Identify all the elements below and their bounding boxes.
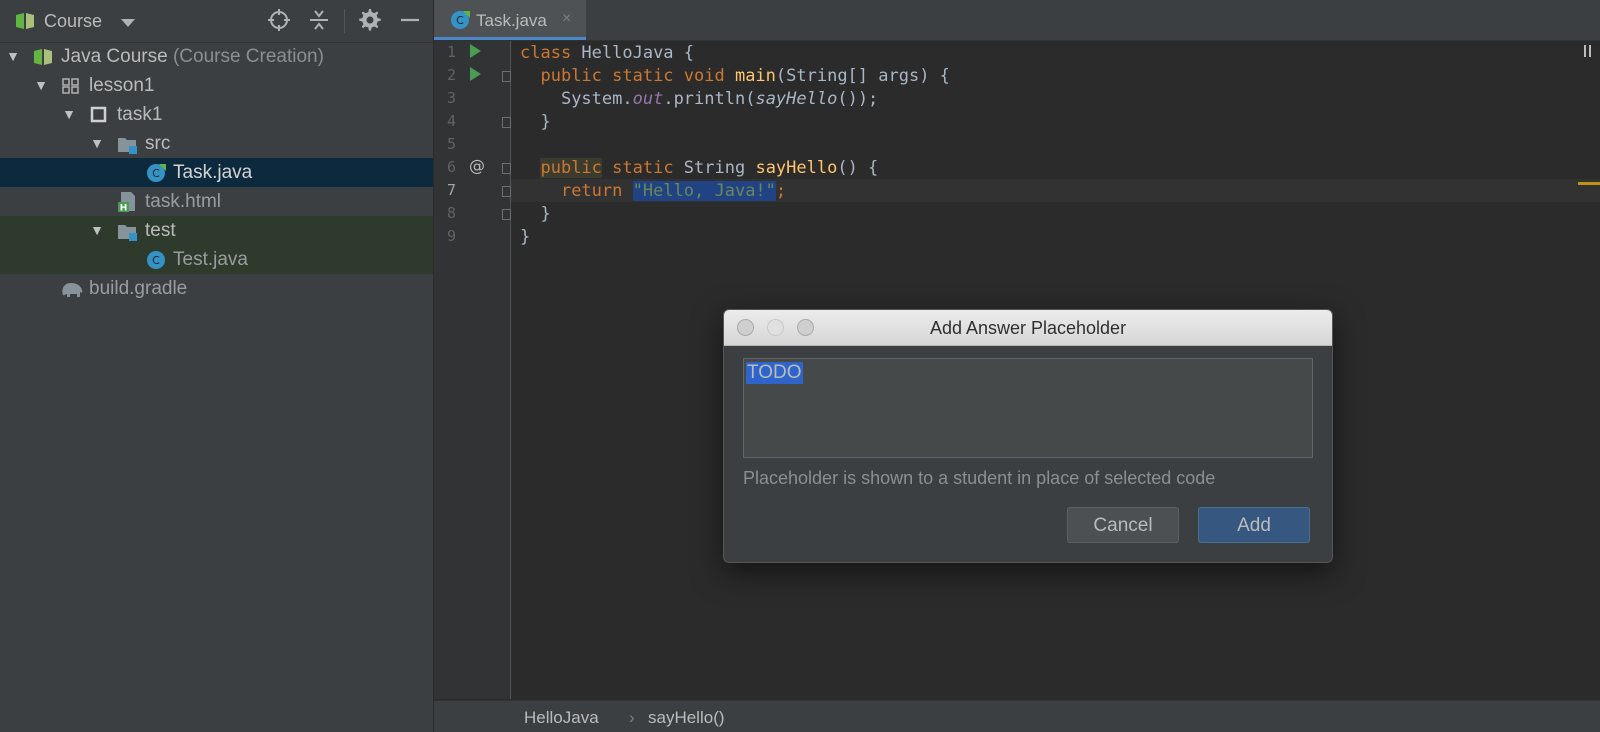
test-folder-icon xyxy=(117,222,137,241)
stripe-marker[interactable] xyxy=(1578,182,1600,185)
project-panel-header: Course xyxy=(0,0,433,43)
java-class-icon: C xyxy=(449,9,471,36)
project-panel: Course ▼ Java Course (Course Creation) ▼… xyxy=(0,0,434,732)
course-book-icon xyxy=(33,48,53,66)
line-number: 4 xyxy=(446,112,456,130)
override-marker-icon[interactable]: @ xyxy=(469,156,485,175)
chevron-down-icon[interactable] xyxy=(121,15,135,33)
add-button[interactable]: Add xyxy=(1198,507,1310,543)
tree-item-label: src xyxy=(145,133,171,154)
breadcrumb-item-class[interactable]: HelloJava xyxy=(524,708,599,728)
breadcrumb-separator: › xyxy=(629,708,635,727)
code-line: System.out.println(sayHello()); xyxy=(560,89,879,109)
dialog-hint-text: Placeholder is shown to a student in pla… xyxy=(743,468,1216,488)
svg-text:C: C xyxy=(152,167,160,180)
expand-arrow-icon[interactable]: ▼ xyxy=(89,134,105,151)
code-line: class HelloJava { xyxy=(520,43,695,63)
fold-marker-icon[interactable] xyxy=(502,71,511,82)
line-number: 5 xyxy=(446,135,456,153)
fold-marker-icon[interactable] xyxy=(502,186,511,197)
expand-arrow-icon[interactable]: ▼ xyxy=(5,47,21,64)
run-gutter-icon[interactable] xyxy=(470,44,481,58)
code-line: public static String sayHello() { xyxy=(540,158,879,178)
java-class-icon: C xyxy=(145,249,165,269)
dialog-titlebar: Add Answer Placeholder xyxy=(724,310,1332,346)
tab-task-java[interactable]: C Task.java × xyxy=(434,0,586,40)
cancel-button[interactable]: Cancel xyxy=(1067,507,1179,543)
project-view-selector[interactable]: Course xyxy=(44,11,102,32)
line-number: 9 xyxy=(446,227,456,245)
code-line: } xyxy=(540,112,551,132)
svg-text:H: H xyxy=(120,204,128,214)
fold-marker-icon[interactable] xyxy=(502,209,511,220)
tree-item-src[interactable]: ▼ src xyxy=(0,129,433,158)
course-book-icon xyxy=(15,11,35,31)
java-class-icon: C xyxy=(145,162,166,182)
tree-item-java-course[interactable]: ▼ Java Course (Course Creation) xyxy=(0,42,433,71)
tree-item-label: task1 xyxy=(117,104,163,125)
close-icon[interactable]: × xyxy=(562,10,571,28)
tree-item-build-gradle[interactable]: build.gradle xyxy=(0,274,433,303)
task-square-icon xyxy=(89,106,109,124)
line-number: 7 xyxy=(446,181,456,199)
ide-window: Course ▼ Java Course (Course Creation) ▼… xyxy=(0,0,1600,732)
line-number: 8 xyxy=(446,204,456,222)
fold-marker-icon[interactable] xyxy=(502,163,511,174)
breadcrumb-item-method[interactable]: sayHello() xyxy=(648,708,725,728)
tree-item-label: build.gradle xyxy=(89,278,188,299)
placeholder-text-area[interactable]: TODO xyxy=(743,358,1313,458)
editor-tab-bar: C Task.java × xyxy=(434,0,1600,41)
code-line: } xyxy=(520,227,531,247)
line-number: 1 xyxy=(446,43,456,61)
expand-arrow-icon[interactable]: ▼ xyxy=(33,76,49,93)
locate-crosshair-icon[interactable] xyxy=(266,8,292,34)
source-folder-icon xyxy=(117,135,137,154)
breadcrumb: HelloJava › sayHello() xyxy=(434,700,1600,732)
tree-item-label: Task.java xyxy=(173,162,253,183)
svg-text:C: C xyxy=(152,254,160,267)
divider xyxy=(344,9,345,33)
gear-icon[interactable] xyxy=(357,8,383,34)
tab-label: Task.java xyxy=(476,11,547,30)
tree-item-label: task.html xyxy=(145,191,222,212)
error-stripe xyxy=(1578,41,1600,699)
line-number: 6 xyxy=(446,158,456,176)
add-answer-placeholder-dialog: Add Answer Placeholder TODO Placeholder … xyxy=(723,309,1333,563)
line-number: 2 xyxy=(446,66,456,84)
html-file-icon: H xyxy=(117,191,137,214)
tree-item-task-java[interactable]: C Task.java xyxy=(0,158,433,187)
tree-item-label: Test.java xyxy=(173,249,248,270)
selected-code: "Hello, Java!" xyxy=(632,181,776,201)
fold-marker-icon[interactable] xyxy=(502,117,511,128)
code-line: public static void main(String[] args) { xyxy=(540,66,950,86)
tree-item-label: test xyxy=(145,220,176,241)
pause-icon xyxy=(1584,44,1592,57)
gradle-elephant-icon xyxy=(60,279,83,297)
run-gutter-icon[interactable] xyxy=(470,67,481,81)
tree-item-label: Java Course (Course Creation) xyxy=(61,46,324,67)
lesson-grid-icon xyxy=(61,77,81,95)
svg-text:C: C xyxy=(456,14,464,27)
code-line: } xyxy=(540,204,551,224)
code-line-current: return "Hello, Java!"; xyxy=(511,179,1600,202)
minimize-icon[interactable] xyxy=(397,8,423,34)
dialog-title: Add Answer Placeholder xyxy=(929,318,1127,338)
placeholder-text-value: TODO xyxy=(746,362,803,384)
tree-item-test-java[interactable]: C Test.java xyxy=(0,245,433,274)
tree-item-test[interactable]: ▼ test xyxy=(0,216,433,245)
line-number: 3 xyxy=(446,89,456,107)
tree-item-task-html[interactable]: H task.html xyxy=(0,187,433,216)
expand-arrow-icon[interactable]: ▼ xyxy=(61,105,77,122)
tree-item-lesson1[interactable]: ▼ lesson1 xyxy=(0,71,433,100)
expand-arrow-icon[interactable]: ▼ xyxy=(89,221,105,238)
tree-item-task1[interactable]: ▼ task1 xyxy=(0,100,433,129)
collapse-all-icon[interactable] xyxy=(306,8,332,34)
tree-item-label: lesson1 xyxy=(89,75,155,96)
editor-gutter: 1 2 3 4 5 6 7 8 9 @ xyxy=(434,41,511,699)
